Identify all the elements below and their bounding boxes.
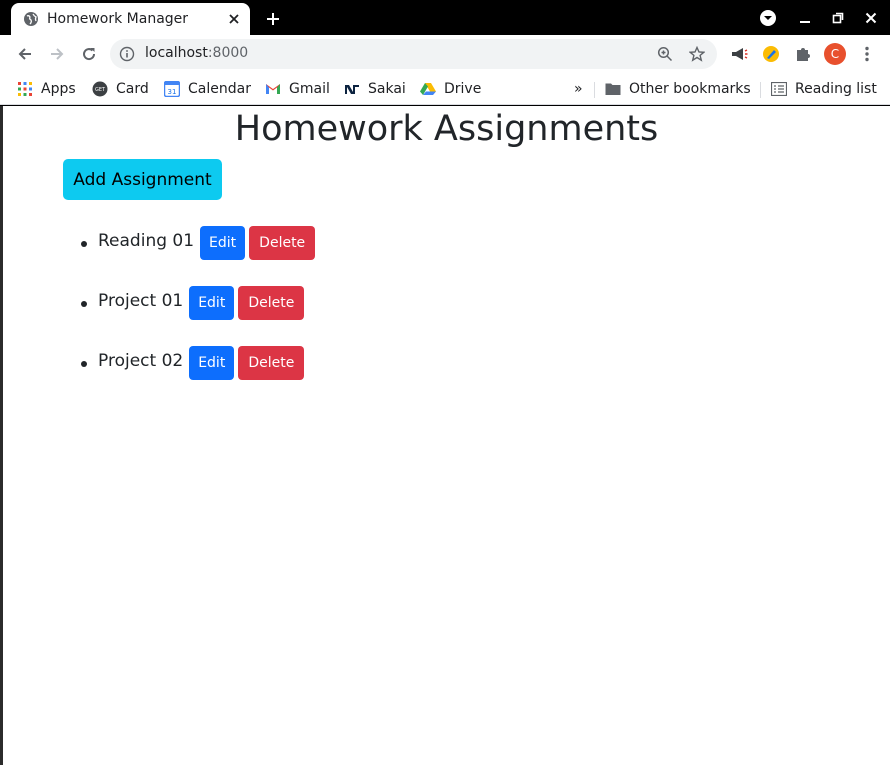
window-close-icon[interactable] bbox=[860, 7, 882, 29]
delete-button[interactable]: Delete bbox=[238, 346, 305, 380]
url-host: localhost bbox=[145, 45, 208, 61]
restore-icon[interactable] bbox=[827, 7, 849, 29]
bookmark-sakai[interactable]: Sakai bbox=[344, 78, 406, 100]
other-bookmarks-folder[interactable]: Other bookmarks bbox=[605, 78, 751, 100]
edit-button[interactable]: Edit bbox=[200, 226, 246, 260]
edit-button[interactable]: Edit bbox=[189, 286, 235, 320]
page-viewport: Homework Assignments Add Assignment Read… bbox=[3, 106, 890, 765]
calendar-icon: 31 bbox=[164, 81, 180, 97]
bullet-dot bbox=[81, 361, 87, 367]
bookmark-star-icon[interactable] bbox=[688, 45, 706, 63]
bookmark-divider bbox=[760, 82, 761, 98]
puzzle-extensions-icon[interactable] bbox=[789, 40, 817, 68]
gmail-icon bbox=[265, 81, 281, 97]
new-tab-button[interactable] bbox=[261, 7, 285, 31]
back-arrow-icon[interactable] bbox=[11, 40, 39, 68]
overflow-chevron: » bbox=[574, 81, 583, 97]
bookmark-drive[interactable]: Drive bbox=[420, 78, 481, 100]
get-card-icon: GET bbox=[92, 81, 108, 97]
assignment-row: Reading 01 Edit Delete bbox=[98, 226, 316, 260]
profile-avatar[interactable]: C bbox=[824, 43, 846, 65]
add-assignment-button[interactable]: Add Assignment bbox=[63, 159, 222, 200]
reload-icon[interactable] bbox=[75, 40, 103, 68]
bookmark-apps[interactable]: Apps bbox=[17, 78, 76, 100]
bookmark-label: Sakai bbox=[368, 81, 406, 97]
browser-tab[interactable]: Homework Manager bbox=[11, 3, 250, 35]
svg-text:GET: GET bbox=[95, 87, 106, 93]
reading-list-icon bbox=[771, 81, 787, 97]
drive-icon bbox=[420, 81, 436, 97]
bookmark-label: Card bbox=[116, 81, 149, 97]
page-title: Homework Assignments bbox=[234, 109, 659, 149]
kebab-menu-icon[interactable] bbox=[853, 40, 881, 68]
delete-button[interactable]: Delete bbox=[238, 286, 305, 320]
list-item: Reading 01 Edit Delete bbox=[3, 226, 890, 286]
bookmark-card[interactable]: GET Card bbox=[92, 78, 149, 100]
reading-list-button[interactable]: Reading list bbox=[771, 78, 877, 100]
tab-search-icon[interactable] bbox=[757, 7, 779, 29]
bullet-dot bbox=[81, 301, 87, 307]
svg-text:31: 31 bbox=[168, 88, 177, 96]
reading-list-label: Reading list bbox=[795, 81, 877, 97]
assignment-name: Reading 01 bbox=[98, 231, 195, 251]
info-icon[interactable] bbox=[119, 46, 135, 62]
bookmark-label: Gmail bbox=[289, 81, 330, 97]
bullet-dot bbox=[81, 241, 87, 247]
tab-strip: Homework Manager bbox=[0, 0, 890, 35]
url-text[interactable]: localhost:8000 bbox=[145, 45, 248, 61]
minimize-icon[interactable] bbox=[794, 7, 816, 29]
zoom-icon[interactable] bbox=[656, 45, 674, 63]
bookmark-label: Apps bbox=[41, 81, 76, 97]
bookmark-calendar[interactable]: 31 Calendar bbox=[164, 78, 251, 100]
megaphone-extension-icon[interactable] bbox=[725, 40, 753, 68]
list-item: Project 02 Edit Delete bbox=[3, 346, 890, 406]
apps-grid-icon bbox=[17, 81, 33, 97]
bookmarks-overflow-button[interactable]: » bbox=[574, 78, 583, 100]
url-port: :8000 bbox=[207, 45, 249, 61]
pen-extension-icon[interactable] bbox=[757, 40, 785, 68]
bookmark-divider bbox=[594, 82, 595, 98]
close-icon[interactable] bbox=[226, 11, 242, 27]
list-item: Project 01 Edit Delete bbox=[3, 286, 890, 346]
assignment-list: Reading 01 Edit Delete Project 01 Edit D… bbox=[3, 226, 890, 406]
edit-button[interactable]: Edit bbox=[189, 346, 235, 380]
tab-title: Homework Manager bbox=[47, 11, 189, 27]
delete-button[interactable]: Delete bbox=[249, 226, 316, 260]
assignment-name: Project 02 bbox=[98, 351, 184, 371]
bookmark-label: Calendar bbox=[188, 81, 251, 97]
bookmarks-bar: Apps GET Card 31 Calendar Gmail Sakai Dr… bbox=[0, 73, 890, 105]
other-bookmarks-label: Other bookmarks bbox=[629, 81, 751, 97]
assignment-row: Project 02 Edit Delete bbox=[98, 346, 305, 380]
notre-dame-icon bbox=[344, 81, 360, 97]
globe-icon bbox=[23, 11, 39, 27]
bookmark-gmail[interactable]: Gmail bbox=[265, 78, 330, 100]
address-bar[interactable]: localhost:8000 bbox=[110, 39, 717, 69]
assignment-name: Project 01 bbox=[98, 291, 184, 311]
assignment-row: Project 01 Edit Delete bbox=[98, 286, 305, 320]
forward-arrow-icon[interactable] bbox=[43, 40, 71, 68]
folder-icon bbox=[605, 81, 621, 97]
browser-toolbar: localhost:8000 C bbox=[0, 35, 890, 73]
bookmark-label: Drive bbox=[444, 81, 482, 97]
